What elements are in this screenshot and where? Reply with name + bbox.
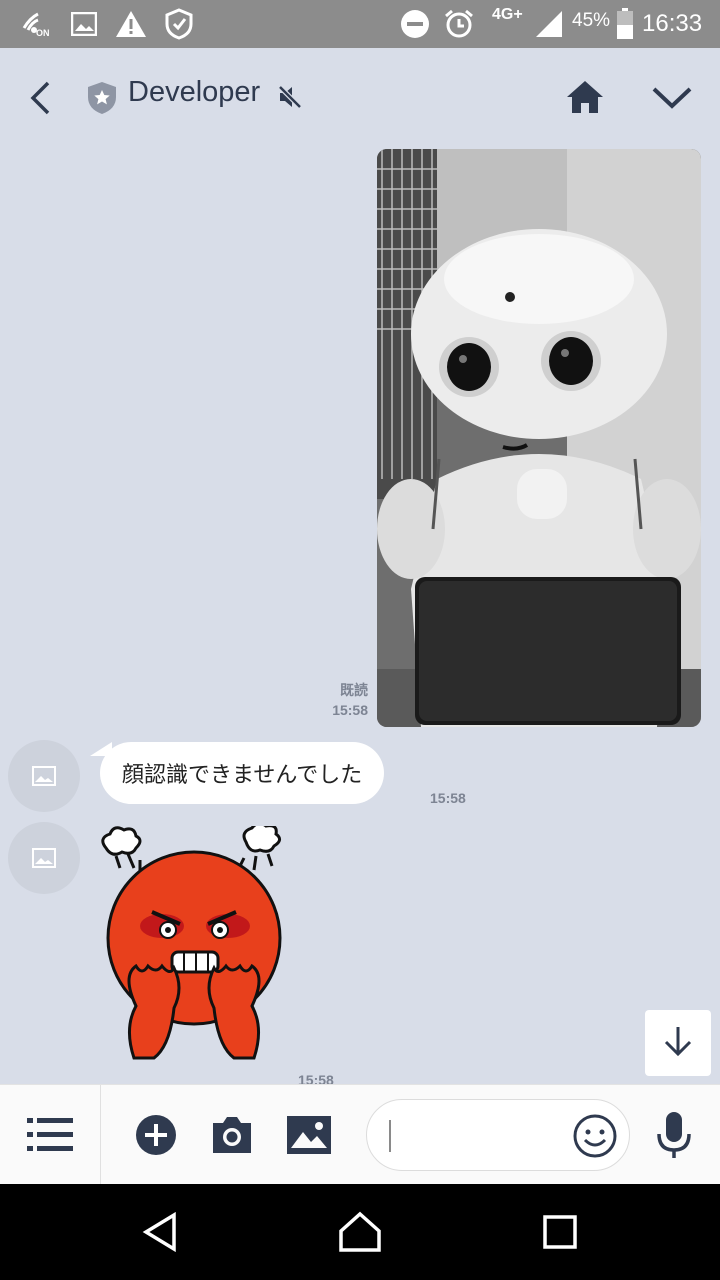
- battery-icon: [614, 8, 636, 40]
- mic-icon[interactable]: [654, 1109, 694, 1161]
- menu-icon[interactable]: [26, 1113, 74, 1157]
- message-input[interactable]: [366, 1099, 630, 1171]
- navigation-bar: [0, 1184, 720, 1280]
- back-icon[interactable]: [20, 76, 60, 120]
- text-cursor: [389, 1120, 391, 1152]
- message-input-bar: [0, 1084, 720, 1185]
- chevron-down-icon[interactable]: [648, 78, 696, 118]
- plus-icon[interactable]: [134, 1113, 178, 1157]
- sent-image[interactable]: [377, 149, 701, 727]
- emoji-icon[interactable]: [573, 1114, 617, 1162]
- mute-icon: [276, 82, 304, 112]
- gallery-icon[interactable]: [286, 1115, 332, 1155]
- chat-title: Developer: [128, 76, 261, 108]
- message-time: 15:58: [332, 702, 368, 718]
- image-notification-icon: [70, 8, 98, 40]
- status-bar: ON 4G+ 45% 16:33: [0, 0, 720, 48]
- nfc-label: ON: [36, 28, 50, 38]
- chat-messages[interactable]: 既読 15:58 顔認識できませんでした 15:58 15:58: [0, 146, 720, 1084]
- avatar[interactable]: [8, 822, 80, 894]
- angry-face-sticker[interactable]: [96, 821, 286, 1084]
- do-not-disturb-icon: [400, 8, 430, 40]
- scroll-to-bottom-button[interactable]: [645, 1010, 711, 1076]
- camera-icon[interactable]: [210, 1113, 254, 1157]
- home-nav-icon[interactable]: [330, 1202, 390, 1262]
- warning-icon: [114, 8, 148, 40]
- arrow-down-icon: [663, 1025, 693, 1061]
- network-type: 4G+: [492, 6, 523, 23]
- alarm-icon: [443, 8, 475, 40]
- shield-icon: [162, 8, 196, 40]
- home-icon[interactable]: [562, 74, 608, 120]
- back-nav-icon[interactable]: [130, 1202, 190, 1262]
- chat-header: Developer: [0, 48, 720, 146]
- official-badge-icon: [86, 80, 118, 116]
- read-receipt: 既読: [340, 682, 368, 698]
- recents-nav-icon[interactable]: [530, 1202, 590, 1262]
- message-time: 15:58: [298, 1072, 334, 1084]
- battery-percent: 45%: [572, 10, 611, 31]
- message-time: 15:58: [430, 790, 466, 806]
- signal-icon: [534, 8, 564, 40]
- message-bubble[interactable]: 顔認識できませんでした: [89, 742, 385, 804]
- divider: [100, 1085, 101, 1185]
- clock: 16:33: [642, 10, 703, 37]
- avatar[interactable]: [8, 740, 80, 812]
